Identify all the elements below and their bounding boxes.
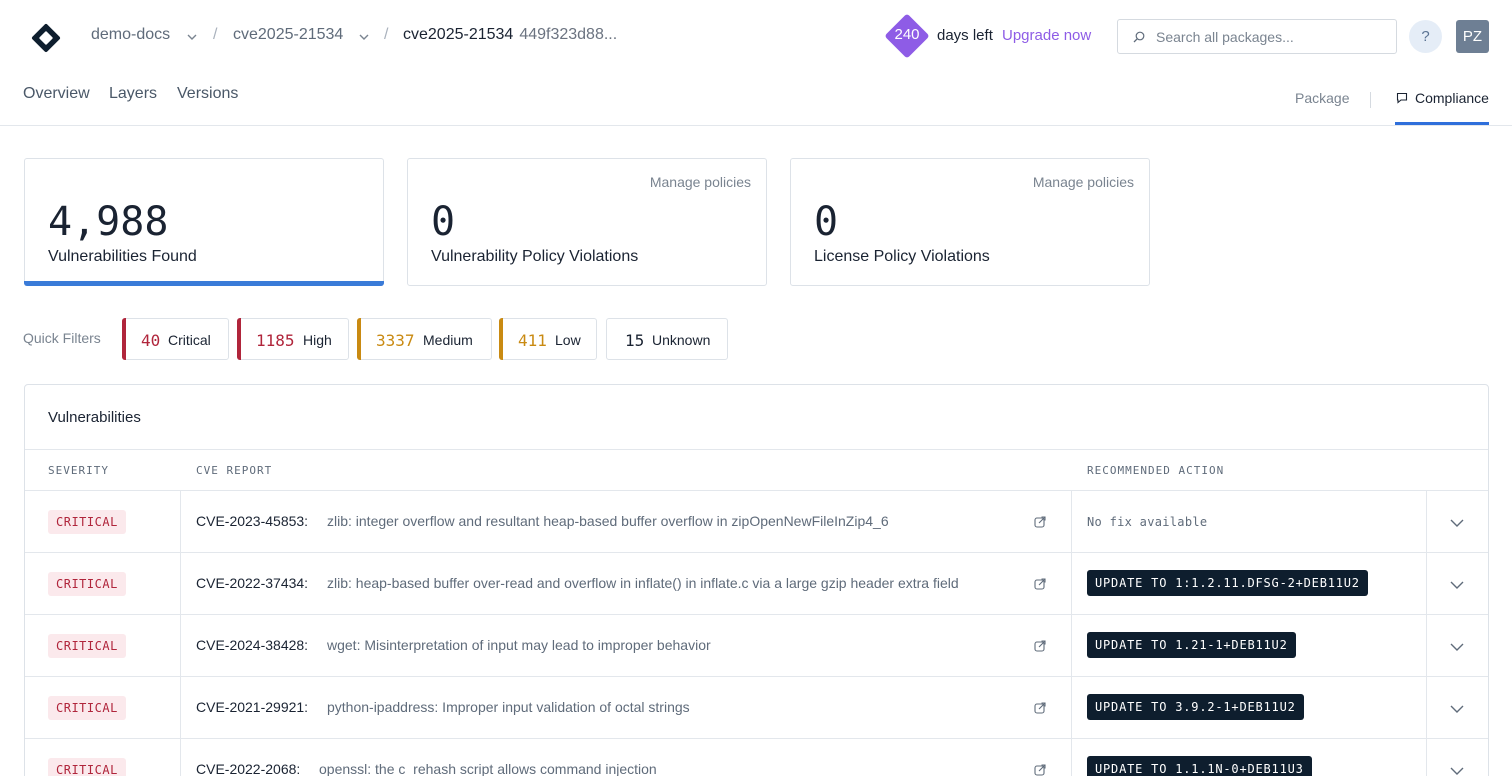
stat-active-bar (24, 281, 384, 286)
logo-icon[interactable] (31, 23, 61, 53)
manage-policies-link[interactable]: Manage policies (1033, 174, 1134, 190)
search-icon (1133, 31, 1145, 43)
top-bar: demo-docs / cve2025-21534 / cve2025-2153… (0, 0, 1512, 72)
update-action-button[interactable]: UPDATE TO 1.1.1N-0+DEB11U3 (1087, 756, 1312, 776)
filter-chip-low[interactable]: 411 Low (499, 318, 597, 360)
severity-badge: CRITICAL (48, 634, 126, 658)
stat-value: 4,988 (48, 199, 169, 245)
stat-value: 0 (814, 199, 839, 245)
breadcrumb-package-name: cve2025-21534 (403, 26, 514, 43)
cve-id[interactable]: CVE-2021-29921: (196, 699, 308, 715)
table-row[interactable]: CRITICAL CVE-2021-29921: python-ipaddres… (25, 677, 1488, 739)
package-hash: 449f323d88... (519, 26, 618, 43)
severity-badge: CRITICAL (48, 572, 126, 596)
breadcrumb-separator: / (384, 26, 389, 43)
cve-id[interactable]: CVE-2023-45853: (196, 513, 308, 529)
update-action-button[interactable]: UPDATE TO 3.9.2-1+DEB11U2 (1087, 694, 1304, 720)
external-link-icon[interactable] (1033, 701, 1047, 715)
table-title: Vulnerabilities (48, 409, 141, 426)
header-divider (0, 125, 1512, 126)
table-row[interactable]: CRITICAL CVE-2024-38428: wget: Misinterp… (25, 615, 1488, 677)
recommended-action: No fix available (1087, 515, 1208, 529)
breadcrumb-repo[interactable]: cve2025-21534 (233, 26, 343, 44)
search-input[interactable] (1156, 20, 1388, 53)
breadcrumb-separator: / (213, 26, 218, 43)
tab-layers[interactable]: Layers (109, 85, 157, 103)
tab-compliance[interactable]: Compliance (1395, 90, 1489, 106)
filter-chip-unknown[interactable]: 15 Unknown (606, 318, 728, 360)
stat-card-license-policy[interactable]: Manage policies 0 License Policy Violati… (790, 158, 1150, 286)
chevron-down-icon[interactable] (185, 30, 199, 44)
cve-id[interactable]: CVE-2024-38428: (196, 637, 308, 653)
cve-description: zlib: integer overflow and resultant hea… (327, 513, 889, 529)
severity-badge: CRITICAL (48, 758, 126, 776)
external-link-icon[interactable] (1033, 577, 1047, 591)
column-header-severity[interactable]: SEVERITY (48, 464, 109, 477)
filter-name: High (303, 332, 332, 348)
stat-card-vulnerabilities[interactable]: 4,988 Vulnerabilities Found (24, 158, 384, 286)
update-action-button[interactable]: UPDATE TO 1:1.2.11.DFSG-2+DEB11U2 (1087, 570, 1368, 596)
days-count: 240 (894, 26, 920, 43)
update-action-button[interactable]: UPDATE TO 1.21-1+DEB11U2 (1087, 632, 1296, 658)
severity-badge: CRITICAL (48, 696, 126, 720)
external-link-icon[interactable] (1033, 515, 1047, 529)
chevron-down-icon[interactable] (1449, 515, 1465, 531)
filter-name: Critical (168, 332, 211, 348)
manage-policies-link[interactable]: Manage policies (650, 174, 751, 190)
stat-label: License Policy Violations (814, 248, 990, 265)
vulnerabilities-table: Vulnerabilities SEVERITY CVE REPORT RECO… (24, 384, 1489, 776)
filter-count: 411 (518, 331, 547, 350)
stat-label: Vulnerabilities Found (48, 248, 197, 265)
days-left-label: days left (937, 27, 993, 44)
external-link-icon[interactable] (1033, 763, 1047, 776)
help-button[interactable]: ? (1409, 20, 1442, 53)
chat-bubble-icon (1396, 92, 1408, 104)
cve-description: wget: Misinterpretation of input may lea… (327, 637, 711, 653)
stat-value: 0 (431, 199, 456, 245)
filter-chip-high[interactable]: 1185 High (237, 318, 349, 360)
column-header-cve-report[interactable]: CVE REPORT (196, 464, 272, 477)
filter-count: 15 (625, 331, 645, 350)
chevron-down-icon[interactable] (1449, 639, 1465, 655)
column-header-recommended-action[interactable]: RECOMMENDED ACTION (1087, 464, 1224, 477)
breadcrumb-org[interactable]: demo-docs (91, 26, 170, 44)
filter-count: 3337 (376, 331, 415, 350)
upgrade-link[interactable]: Upgrade now (1002, 27, 1091, 44)
filter-name: Low (555, 332, 581, 348)
severity-badge: CRITICAL (48, 510, 126, 534)
table-row[interactable]: CRITICAL CVE-2023-45853: zlib: integer o… (25, 491, 1488, 553)
package-search[interactable] (1117, 19, 1397, 54)
cve-description: zlib: heap-based buffer over-read and ov… (327, 575, 959, 591)
cve-id[interactable]: CVE-2022-2068: (196, 761, 300, 776)
tab-package[interactable]: Package (1295, 90, 1349, 106)
avatar[interactable]: PZ (1456, 20, 1489, 53)
filter-count: 40 (141, 331, 161, 350)
tab-overview[interactable]: Overview (23, 85, 90, 103)
filter-name: Medium (423, 332, 473, 348)
cve-description: openssl: the c_rehash script allows comm… (319, 761, 657, 776)
stat-label: Vulnerability Policy Violations (431, 248, 639, 265)
filter-chip-critical[interactable]: 40 Critical (122, 318, 229, 360)
quick-filters-label: Quick Filters (23, 330, 101, 346)
filter-count: 1185 (256, 331, 295, 350)
filter-chip-medium[interactable]: 3337 Medium (357, 318, 492, 360)
chevron-down-icon[interactable] (1449, 701, 1465, 717)
external-link-icon[interactable] (1033, 639, 1047, 653)
chevron-down-icon[interactable] (1449, 763, 1465, 776)
tab-divider (1370, 92, 1371, 108)
table-row[interactable]: CRITICAL CVE-2022-37434: zlib: heap-base… (25, 553, 1488, 615)
table-row[interactable]: CRITICAL CVE-2022-2068: openssl: the c_r… (25, 739, 1488, 776)
cve-id[interactable]: CVE-2022-37434: (196, 575, 308, 591)
cve-description: python-ipaddress: Improper input validat… (327, 699, 690, 715)
tab-compliance-label: Compliance (1415, 90, 1489, 106)
chevron-down-icon[interactable] (1449, 577, 1465, 593)
filter-name: Unknown (652, 332, 711, 348)
breadcrumb-package: cve2025-21534 449f323d88... (403, 26, 617, 44)
stat-card-vuln-policy[interactable]: Manage policies 0 Vulnerability Policy V… (407, 158, 767, 286)
days-left-badge: 240 (884, 13, 930, 59)
chevron-down-icon[interactable] (357, 30, 371, 44)
tab-versions[interactable]: Versions (177, 85, 238, 103)
